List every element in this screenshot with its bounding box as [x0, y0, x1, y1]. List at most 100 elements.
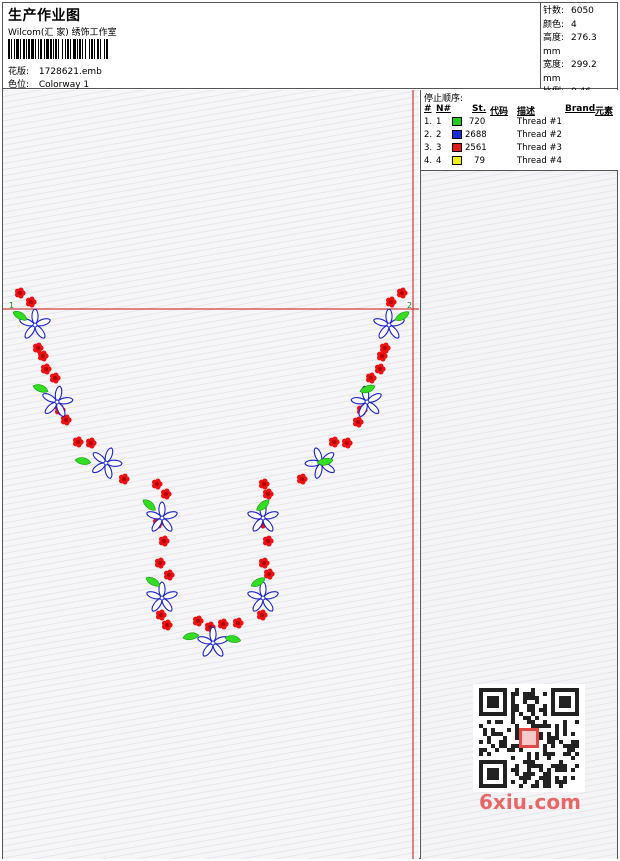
berry-center — [266, 492, 270, 496]
qr-module — [531, 696, 535, 700]
col-stitches: St. — [472, 104, 487, 114]
green-leaf — [142, 499, 156, 511]
qr-module — [507, 728, 511, 732]
qr-module — [491, 732, 495, 736]
red-berry — [262, 535, 274, 547]
qr-module — [511, 744, 515, 748]
qr-module — [479, 724, 483, 728]
blue-flower — [19, 308, 51, 339]
qr-module — [515, 728, 519, 732]
qr-module — [567, 744, 571, 748]
berry-center — [64, 418, 68, 422]
blue-flower — [247, 581, 279, 612]
thread-panel: 停止顺序: # N# St. 代码 描述 Brand 元素 1. 1 720 T… — [420, 90, 618, 859]
row-needle: 4 — [436, 156, 442, 166]
qr-module — [527, 768, 531, 772]
qr-module — [511, 708, 515, 712]
qr-module — [547, 772, 551, 776]
qr-module — [527, 772, 531, 776]
qr-module — [531, 712, 535, 716]
qr-module — [563, 764, 567, 768]
qr-module — [515, 736, 519, 740]
barcode — [8, 39, 142, 59]
col-element: 元素 — [595, 107, 614, 117]
qr-module — [491, 744, 495, 748]
qr-module — [567, 752, 571, 756]
qr-finder-inner — [487, 696, 499, 708]
flower-center — [32, 322, 38, 328]
row-needle: 1 — [436, 117, 442, 127]
qr-module — [519, 776, 523, 780]
qr-module — [495, 720, 499, 724]
qr-module — [499, 720, 503, 724]
qr-module — [487, 736, 491, 740]
qr-module — [547, 736, 551, 740]
qr-module — [551, 736, 555, 740]
blue-flower — [146, 581, 178, 612]
qr-module — [479, 748, 483, 752]
berry-center — [369, 376, 373, 380]
qr-module — [575, 720, 579, 724]
qr-module — [527, 704, 531, 708]
qr-module — [479, 740, 483, 744]
colorway-row: 色位: Colorway 1 — [8, 77, 89, 90]
qr-module — [523, 780, 527, 784]
thread-table: 停止顺序: # N# St. 代码 描述 Brand 元素 1. 1 720 T… — [421, 90, 618, 171]
qr-module — [499, 732, 503, 736]
row-index: 4. — [424, 156, 433, 166]
qr-module — [531, 708, 535, 712]
red-berry — [40, 363, 52, 375]
qr-module — [499, 740, 503, 744]
qr-module — [563, 768, 567, 772]
qr-module — [515, 768, 519, 772]
qr-module — [511, 716, 515, 720]
color-count-row: 颜色: 4 — [543, 19, 617, 33]
red-berry — [263, 568, 275, 580]
red-berry — [379, 342, 391, 354]
qr-module — [543, 692, 547, 696]
qr-module — [559, 780, 563, 784]
stitch-count-label: 针数: — [543, 6, 565, 16]
berry-center — [260, 613, 264, 617]
col-code: 代码 — [490, 107, 509, 117]
row-needle: 3 — [436, 143, 442, 153]
berry-center — [41, 354, 45, 358]
berry-center — [29, 300, 33, 304]
sheet-title: 生产作业图 — [8, 8, 81, 24]
qr-module — [511, 748, 515, 752]
red-berry — [217, 618, 229, 630]
design-row: 花版: 1728621.emb — [8, 64, 102, 77]
qr-module — [555, 732, 559, 736]
start-marker: 1 — [9, 301, 14, 310]
color-count: 4 — [571, 19, 577, 30]
qr-module — [543, 724, 547, 728]
red-berry — [365, 372, 377, 384]
berry-center — [262, 482, 266, 486]
qr-module — [559, 760, 563, 764]
qr-module — [555, 736, 559, 740]
colorway-label: 色位: — [8, 80, 30, 90]
qr-code — [473, 684, 585, 792]
qr-module — [547, 756, 551, 760]
col-brand: Brand — [565, 104, 596, 114]
qr-module — [511, 692, 515, 696]
qr-module — [543, 748, 547, 752]
row-index: 2. — [424, 130, 433, 140]
qr-module — [511, 720, 515, 724]
qr-module — [531, 760, 535, 764]
qr-module — [527, 776, 531, 780]
qr-module — [551, 744, 555, 748]
end-marker: 2 — [407, 301, 412, 310]
berry-center — [332, 440, 336, 444]
qr-module — [543, 752, 547, 756]
color-swatch — [452, 130, 462, 139]
row-index: 1. — [424, 117, 433, 127]
flower-center — [260, 595, 266, 601]
qr-module — [563, 720, 567, 724]
berry-center — [165, 623, 169, 627]
qr-module — [491, 728, 495, 732]
qr-module — [527, 716, 531, 720]
qr-module — [479, 752, 483, 756]
row-needle: 2 — [436, 130, 442, 140]
red-berry — [72, 436, 84, 448]
